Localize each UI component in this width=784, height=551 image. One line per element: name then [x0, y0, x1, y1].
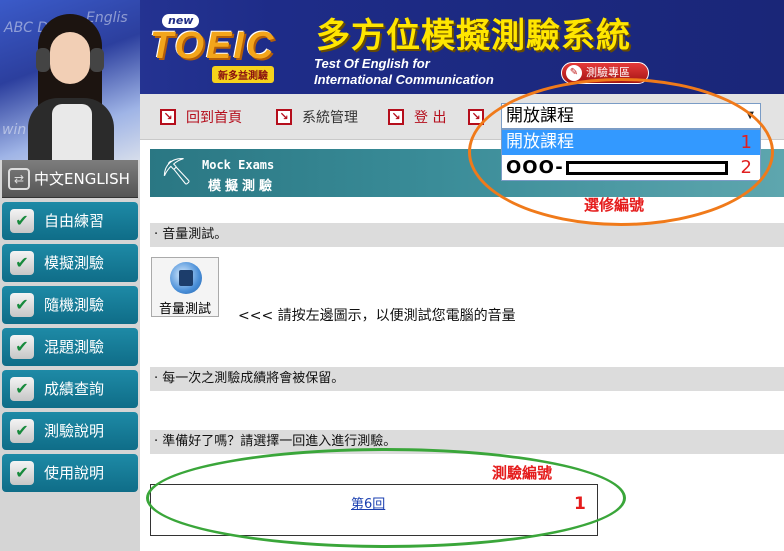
photo-scribble: win: [2, 122, 27, 138]
checkmark-icon: ✔: [10, 461, 34, 485]
nav-system-link[interactable]: ↘ 系統管理: [276, 108, 358, 126]
course-option-label: 開放課程: [506, 132, 574, 152]
sidebar-item-label: 混題測驗: [44, 338, 105, 356]
course-option-number: 1: [740, 132, 752, 153]
logo-subtitle: 新多益測驗: [212, 66, 274, 83]
sidebar-item-label: 使用說明: [44, 464, 105, 482]
exam-zone-label: 測驗專區: [586, 66, 630, 79]
sidebar-item-label: 測驗說明: [44, 422, 105, 440]
arrow-icon: ↘: [160, 109, 176, 125]
course-option[interactable]: OOO- 2: [502, 155, 760, 180]
toeic-logo: new TOEIC 新多益測驗: [150, 14, 304, 84]
page-title-zh: 模擬測驗: [208, 179, 277, 194]
annotation-exam-number-label: 測驗編號: [492, 464, 553, 482]
checkmark-icon: ✔: [10, 335, 34, 359]
switch-icon: ⇄: [8, 168, 30, 190]
nav-system-label: 系統管理: [302, 110, 358, 126]
photo-shirt: [52, 104, 92, 160]
exam-zone-icon: ✎: [566, 65, 582, 81]
checkmark-icon: ✔: [10, 209, 34, 233]
speaker-icon-core: [179, 270, 193, 286]
arrow-icon: ↘: [388, 109, 404, 125]
nav-home-label: 回到首頁: [186, 110, 242, 126]
headphone-icon: [36, 48, 50, 72]
section-choose-exam: · 準備好了嗎？請選擇一回進入進行測驗。: [150, 430, 784, 454]
sidebar-item-exam-guide[interactable]: ✔ 測驗說明: [2, 412, 138, 450]
sidebar: ⇄ 中文ENGLISH ✔ 自由練習 ✔ 模擬測驗 ✔ 隨機測驗 ✔ 混題測驗 …: [0, 160, 140, 551]
course-select-value: 開放課程: [506, 106, 574, 126]
section-sound-test: · 音量測試。: [150, 223, 784, 247]
sound-test-label: 音量測試: [158, 302, 211, 317]
exam-zone-button[interactable]: ✎ 測驗專區: [561, 62, 649, 84]
sidebar-item-user-guide[interactable]: ✔ 使用說明: [2, 454, 138, 492]
course-select[interactable]: 開放課程 ▼: [501, 103, 761, 129]
header-student-photo: ABC DEF Englis win: [0, 0, 140, 160]
course-option-masked: OOO-: [506, 155, 760, 180]
sidebar-item-label: 成績查詢: [44, 380, 105, 398]
arrow-icon: ↘: [468, 109, 484, 125]
checkmark-icon: ✔: [10, 293, 34, 317]
course-dropdown-list: 開放課程 1 OOO- 2: [501, 129, 761, 181]
annotation-course-number-label: 選修編號: [584, 196, 645, 214]
logo-wordmark: TOEIC: [150, 25, 276, 67]
course-option-label: OOO-: [506, 157, 564, 178]
sound-test-hint: <<< 請按左邊圖示，以便測試您電腦的音量: [238, 308, 516, 324]
system-title: 多方位模擬測驗系統: [316, 16, 631, 56]
nav-home-link[interactable]: ↘ 回到首頁: [160, 108, 242, 126]
checkmark-icon: ✔: [10, 251, 34, 275]
course-select-arrow: ↘: [468, 108, 494, 126]
annotation-exam-number: 1: [574, 494, 586, 514]
sidebar-item-random-exam[interactable]: ✔ 隨機測驗: [2, 286, 138, 324]
sidebar-item-label: 自由練習: [44, 212, 105, 230]
nav-logout-label: 登 出: [414, 110, 447, 126]
exam-list-box: 第6回: [150, 484, 598, 536]
photo-face: [50, 32, 90, 84]
nav-logout-link[interactable]: ↘ 登 出: [388, 108, 446, 126]
sidebar-item-label: 模擬測驗: [44, 254, 105, 272]
checkmark-icon: ✔: [10, 419, 34, 443]
language-toggle-label: 中文ENGLISH: [34, 170, 130, 188]
system-subtitle-line1: Test Of English for: [314, 56, 430, 71]
course-option[interactable]: 開放課程 1: [502, 130, 760, 155]
pickaxe-icon: ⛏: [160, 157, 194, 187]
sidebar-item-mixed-exam[interactable]: ✔ 混題測驗: [2, 328, 138, 366]
redacted-box: [565, 160, 728, 175]
system-subtitle-line2: International Communication: [314, 72, 494, 87]
language-toggle-button[interactable]: ⇄ 中文ENGLISH: [2, 160, 138, 198]
sidebar-item-scores[interactable]: ✔ 成績查詢: [2, 370, 138, 408]
exam-round-link[interactable]: 第6回: [351, 493, 385, 512]
chevron-down-icon: ▼: [746, 110, 754, 121]
sidebar-item-free-practice[interactable]: ✔ 自由練習: [2, 202, 138, 240]
page-title-en: Mock Exams: [202, 158, 275, 172]
checkmark-icon: ✔: [10, 377, 34, 401]
sidebar-item-mock-exam[interactable]: ✔ 模擬測驗: [2, 244, 138, 282]
arrow-icon: ↘: [276, 109, 292, 125]
headphone-icon: [90, 48, 104, 72]
section-scores-saved: · 每一次之測驗成績將會被保留。: [150, 367, 784, 391]
sound-test-button[interactable]: 音量測試: [151, 257, 219, 317]
sidebar-item-label: 隨機測驗: [44, 296, 105, 314]
course-option-number: 2: [740, 157, 752, 178]
